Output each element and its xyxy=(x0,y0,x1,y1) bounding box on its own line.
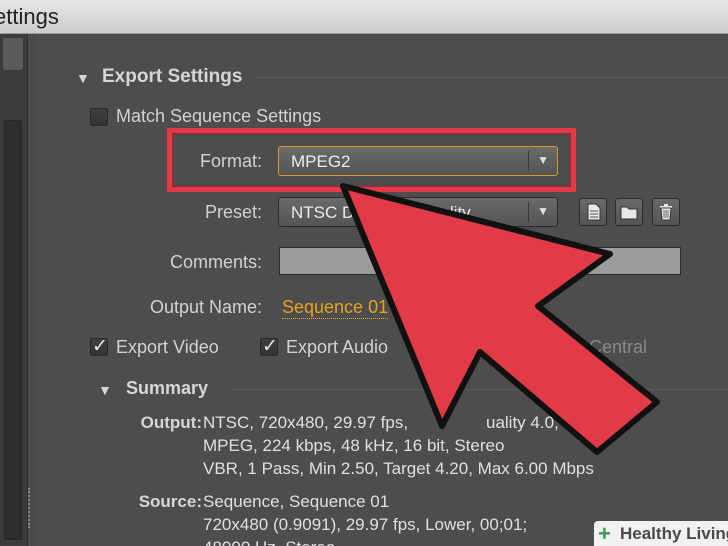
pointer-arrow xyxy=(340,183,660,455)
plus-icon: + xyxy=(598,521,611,546)
watermark-text: Healthy Living xyxy=(620,524,728,543)
healthy-living-watermark: + Healthy Living xyxy=(594,521,728,546)
